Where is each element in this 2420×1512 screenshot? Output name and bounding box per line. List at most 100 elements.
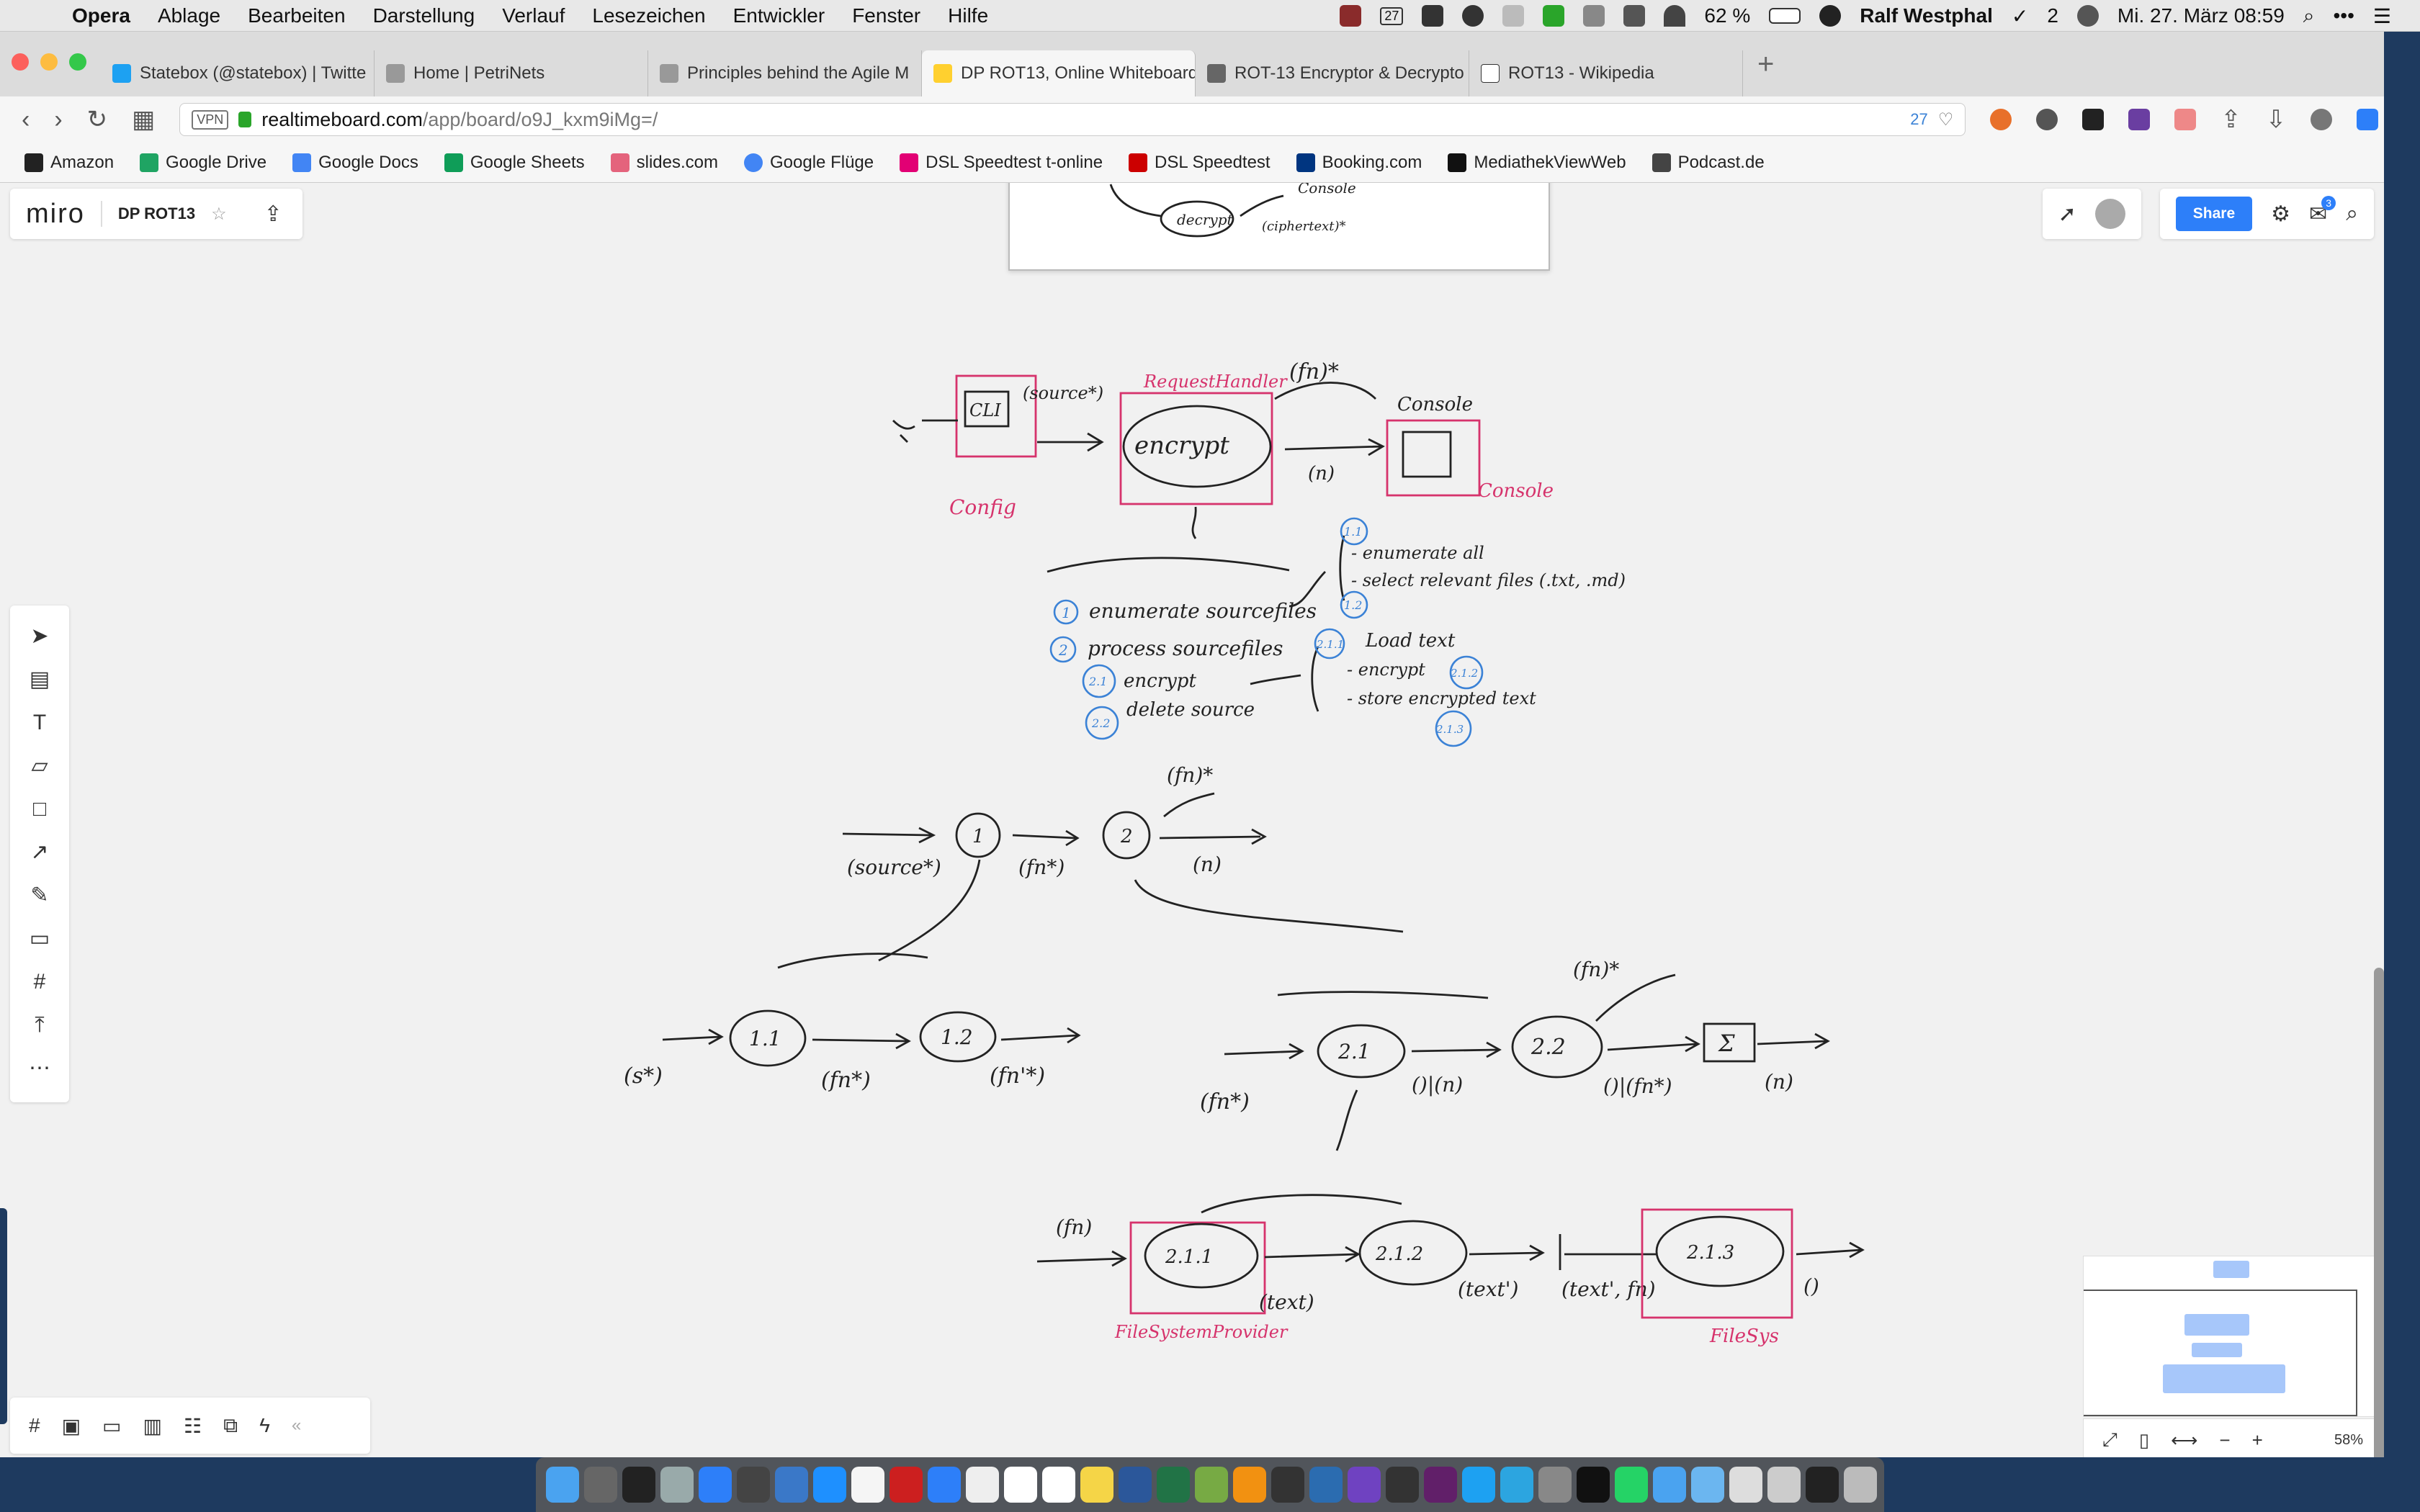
activity-monitor-icon[interactable] — [622, 1467, 655, 1503]
app-icon[interactable] — [1653, 1467, 1686, 1503]
arrow-tool-icon[interactable]: ↗ — [25, 840, 54, 865]
templates-icon[interactable]: ▤ — [25, 667, 54, 692]
more-tools-icon[interactable]: ⋯ — [25, 1056, 54, 1081]
train-tray-icon[interactable] — [1583, 5, 1605, 27]
tab-miro-board[interactable]: DP ROT13, Online Whiteboard ✕ — [922, 50, 1196, 96]
bookmark-google-sheets[interactable]: Google Sheets — [444, 153, 585, 173]
sublime-icon[interactable] — [1233, 1467, 1266, 1503]
user-name[interactable]: Ralf Westphal — [1860, 4, 1993, 27]
account-icon[interactable] — [2311, 109, 2333, 130]
launchpad-icon[interactable] — [660, 1467, 694, 1503]
1password-icon[interactable] — [775, 1467, 808, 1503]
bookmark-google-fluege[interactable]: Google Flüge — [744, 153, 874, 173]
map-icon[interactable]: ▯ — [2139, 1429, 2149, 1452]
vpn-badge[interactable]: VPN — [192, 109, 229, 130]
bookmark-slides[interactable]: slides.com — [610, 153, 718, 173]
minimap[interactable] — [2083, 1256, 2378, 1417]
notes-icon[interactable] — [1080, 1467, 1113, 1503]
collapse-toolbar-icon[interactable]: « — [292, 1416, 301, 1436]
whatsapp-icon[interactable] — [1615, 1467, 1648, 1503]
cards-icon[interactable]: ▥ — [143, 1414, 162, 1438]
notifications-icon[interactable]: ✉ 3 — [2309, 195, 2336, 227]
apple-menu-icon[interactable] — [26, 4, 50, 28]
app-icon[interactable] — [1195, 1467, 1228, 1503]
select-tool-icon[interactable]: ➤ — [25, 624, 54, 649]
finder-icon[interactable] — [546, 1467, 579, 1503]
timer-icon[interactable] — [2076, 5, 2099, 27]
app-icon[interactable] — [699, 1467, 732, 1503]
menu-ablage[interactable]: Ablage — [158, 4, 220, 27]
share-page-icon[interactable]: ⇪ — [2220, 105, 2241, 134]
notion-icon[interactable] — [1042, 1467, 1075, 1503]
camera-tray-icon[interactable] — [1422, 5, 1444, 27]
tasks-count[interactable]: 2 — [2047, 4, 2058, 27]
app-icon[interactable] — [1729, 1467, 1762, 1503]
downloads-icon[interactable]: ⇩ — [2266, 105, 2287, 134]
menu-verlauf[interactable]: Verlauf — [502, 4, 565, 27]
minimize-window-button[interactable] — [40, 53, 58, 71]
music-icon[interactable] — [851, 1467, 884, 1503]
app-icon[interactable] — [1348, 1467, 1381, 1503]
menu-bearbeiten[interactable]: Bearbeiten — [248, 4, 345, 27]
cursor-icon[interactable]: ➚ — [2058, 202, 2076, 227]
adblock-count[interactable]: 27 — [1910, 110, 1927, 129]
app-icon[interactable] — [1767, 1467, 1801, 1503]
github-icon[interactable] — [1386, 1467, 1419, 1503]
app-icon[interactable] — [966, 1467, 999, 1503]
excel-icon[interactable] — [1157, 1467, 1190, 1503]
board-title[interactable]: DP ROT13 — [118, 204, 195, 223]
tasks-check-icon[interactable]: ✓ — [2012, 4, 2028, 28]
export-icon[interactable]: ⇪ — [264, 202, 282, 227]
menu-hilfe[interactable]: Hilfe — [948, 4, 988, 27]
new-tab-icon[interactable]: + — [1757, 48, 1774, 81]
tab-petrinets[interactable]: Home | PetriNets — [375, 50, 648, 96]
upload-tool-icon[interactable]: ⤒ — [25, 1013, 54, 1038]
datetime[interactable]: Mi. 27. März 08:59 — [2118, 4, 2285, 27]
bookmark-dsl-speedtest[interactable]: DSL Speedtest — [1129, 153, 1270, 173]
shape-tool-icon[interactable]: □ — [25, 797, 54, 822]
opera-icon[interactable] — [889, 1467, 923, 1503]
kanban-icon[interactable]: ☷ — [184, 1414, 202, 1438]
tab-agile[interactable]: Principles behind the Agile M — [648, 50, 922, 96]
back-icon[interactable]: ‹ — [22, 106, 30, 134]
bookmark-mediathek[interactable]: MediathekViewWeb — [1448, 153, 1626, 173]
bookmark-heart-icon[interactable]: ♡ — [1938, 109, 1954, 130]
dropbox-icon[interactable] — [1623, 5, 1646, 27]
tab-overview-icon[interactable]: ▦ — [132, 105, 155, 134]
zoom-level[interactable]: 58% — [2334, 1432, 2363, 1449]
battery-icon[interactable] — [1769, 8, 1801, 24]
battery-saver-icon[interactable] — [2357, 109, 2379, 130]
spotlight-search-icon[interactable]: ⌕ — [2303, 4, 2315, 28]
folder-icon[interactable] — [1691, 1467, 1724, 1503]
forward-icon[interactable]: › — [54, 106, 62, 134]
reload-icon[interactable]: ↻ — [87, 105, 108, 134]
close-window-button[interactable] — [12, 53, 29, 71]
app-icon[interactable] — [1462, 1467, 1495, 1503]
menu-lesezeichen[interactable]: Lesezeichen — [592, 4, 705, 27]
vertical-scrollbar[interactable] — [2374, 968, 2384, 1457]
app-icon[interactable] — [1271, 1467, 1304, 1503]
bookmark-booking[interactable]: Booking.com — [1296, 153, 1422, 173]
settings-sliders-icon[interactable]: ⚙ — [2271, 202, 2290, 227]
bookmark-google-docs[interactable]: Google Docs — [292, 153, 418, 173]
security-tray-icon[interactable] — [1462, 5, 1484, 27]
menu-app-opera[interactable]: Opera — [72, 4, 130, 27]
app-icon[interactable] — [1538, 1467, 1572, 1503]
terminal-icon[interactable] — [1577, 1467, 1610, 1503]
miro-logo[interactable]: miro — [26, 199, 85, 230]
extension-icon[interactable] — [2082, 109, 2105, 130]
pen-tool-icon[interactable]: ✎ — [25, 883, 54, 908]
address-bar[interactable]: VPN realtimeboard.com/app/board/o9J_kxm9… — [179, 103, 1966, 136]
extension-icon[interactable] — [1990, 109, 2012, 130]
trash-icon[interactable] — [1844, 1467, 1877, 1503]
activity-icon[interactable]: ϟ — [259, 1414, 270, 1437]
sticky-note-icon[interactable]: ▱ — [25, 754, 54, 778]
app-store-icon[interactable] — [813, 1467, 846, 1503]
tab-rot13-tool[interactable]: ROT-13 Encryptor & Decrypto — [1196, 50, 1469, 96]
menu-fenster[interactable]: Fenster — [852, 4, 920, 27]
text-tool-icon[interactable]: T — [25, 711, 54, 735]
bookmark-dsl-tonline[interactable]: DSL Speedtest t-online — [900, 153, 1103, 173]
calendar-icon[interactable] — [1004, 1467, 1037, 1503]
system-preferences-icon[interactable] — [584, 1467, 617, 1503]
extension-icon[interactable] — [2036, 109, 2058, 130]
